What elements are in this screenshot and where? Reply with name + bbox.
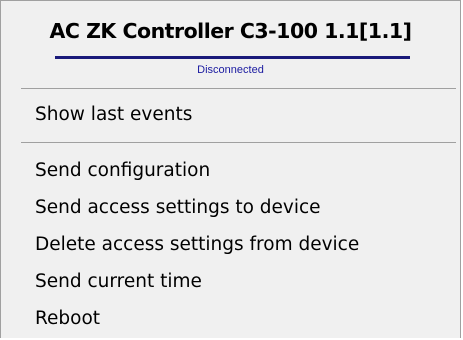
connection-status: Disconnected [197, 64, 264, 76]
device-title: AC ZK Controller C3-100 1.1[1.1] [49, 19, 412, 43]
menu-item-send-current-time[interactable]: Send current time [35, 266, 452, 298]
menu-item-delete-access-settings[interactable]: Delete access settings from device [35, 229, 452, 261]
menu-item-send-configuration[interactable]: Send configuration [35, 155, 452, 187]
menu-item-reboot[interactable]: Reboot [35, 303, 452, 335]
title-underline [55, 56, 410, 59]
menu-separator [21, 142, 456, 143]
menu-item-send-access-settings[interactable]: Send access settings to device [35, 192, 452, 224]
menu-item-show-last-events[interactable]: Show last events [35, 99, 452, 131]
context-menu: AC ZK Controller C3-100 1.1[1.1] Disconn… [0, 0, 461, 338]
menu-header: AC ZK Controller C3-100 1.1[1.1] Disconn… [1, 1, 460, 87]
menu-separator [21, 88, 456, 89]
